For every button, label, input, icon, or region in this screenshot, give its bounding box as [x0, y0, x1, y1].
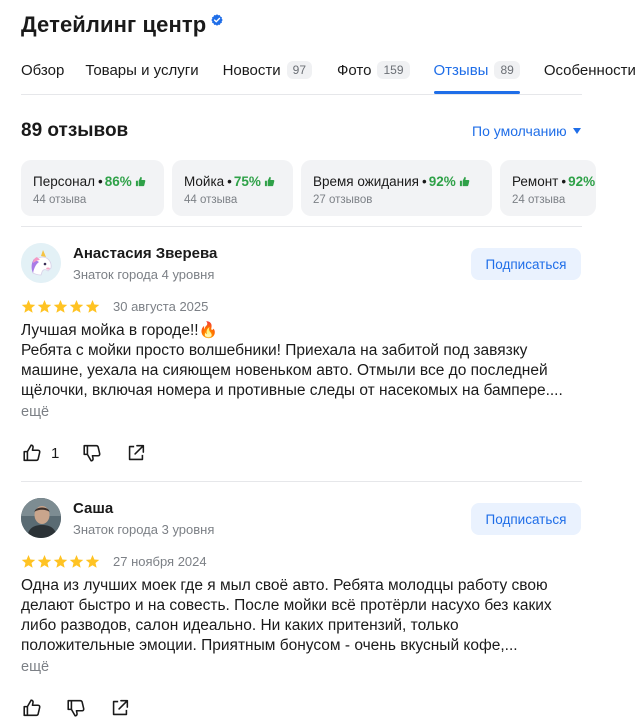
tab-label: Обзор: [21, 61, 65, 79]
like-count: 1: [51, 444, 60, 462]
aspect-review-count: 24 отзыва: [512, 194, 566, 206]
tab-label: Фото: [337, 61, 372, 79]
tab-count-badge: 159: [377, 61, 410, 79]
read-more-link[interactable]: ещё: [21, 659, 49, 675]
aspect-name: Персонал: [33, 173, 95, 189]
like-button[interactable]: 1: [21, 442, 59, 464]
aspect-percent: 92%: [428, 173, 456, 189]
tab-count-badge: 97: [286, 61, 313, 79]
sort-label: По умолчанию: [472, 123, 567, 139]
aspect-filters: Персонал • 86% 44 отзыва Мойка • 75% 44 …: [21, 160, 596, 216]
dislike-button[interactable]: [81, 442, 103, 464]
user-photo-avatar-icon: [21, 498, 61, 538]
review-text-line: щёлочки, включая номера и противные след…: [21, 382, 563, 399]
reviews-count-heading: 89 отзывов: [21, 120, 129, 141]
like-icon: [23, 699, 41, 717]
review-card: Анастасия Зверева Знаток города 4 уровня…: [21, 243, 582, 473]
rating-stars: [21, 299, 100, 314]
thumb-up-icon: [135, 176, 146, 186]
tab-label: Особенности: [543, 61, 636, 79]
aspect-percent: 86%: [104, 173, 132, 189]
review-card: Саша Знаток города 3 уровня Подписаться …: [21, 498, 582, 728]
tab-label: Отзывы: [433, 61, 489, 79]
avatar[interactable]: [21, 498, 61, 538]
aspect-review-count: 44 отзыва: [184, 194, 238, 206]
review-text: Одна из лучших моек где я мыл своё авто.…: [21, 576, 582, 656]
share-button[interactable]: [125, 442, 147, 464]
dislike-button[interactable]: [65, 697, 87, 719]
author-name[interactable]: Анастасия Зверева: [73, 245, 217, 262]
review-text-line: делают быстро и на совесть. После мойки …: [21, 597, 552, 614]
aspect-chip-staff[interactable]: Персонал • 86% 44 отзыва: [21, 160, 164, 216]
dislike-icon: [67, 699, 85, 717]
star-icon: [21, 299, 36, 313]
tab-label: Товары и услуги: [85, 61, 199, 79]
sort-dropdown[interactable]: По умолчанию: [472, 123, 581, 139]
aspect-name: Ремонт: [512, 173, 559, 189]
author-name[interactable]: Саша: [73, 500, 113, 517]
tab-photos[interactable]: Фото 159: [337, 56, 410, 84]
verified-badge-icon: [211, 14, 223, 26]
thumb-up-icon: [459, 176, 470, 186]
review-text-line: положительные эмоции. Приятным бонусом -…: [21, 637, 518, 654]
tab-count-badge: 89: [494, 61, 520, 79]
review-text: Лучшая мойка в городе!!🔥 Ребята с мойки …: [21, 321, 582, 401]
review-text-line: Одна из лучших моек где я мыл своё авто.…: [21, 577, 548, 594]
share-icon: [129, 444, 145, 461]
aspect-chip-wash[interactable]: Мойка • 75% 44 отзыва: [172, 160, 293, 216]
tab-reviews[interactable]: Отзывы 89: [433, 56, 521, 94]
subscribe-button[interactable]: Подписаться: [471, 248, 581, 280]
star-icon: [85, 299, 100, 313]
aspect-review-count: 27 отзывов: [313, 194, 373, 206]
star-icon: [85, 554, 100, 568]
tab-label: Новости: [222, 61, 281, 79]
thumb-up-icon: [264, 176, 275, 186]
dislike-icon: [83, 444, 101, 462]
author-level: Знаток города 3 уровня: [73, 522, 215, 537]
caret-down-icon: [572, 128, 581, 134]
divider: [21, 226, 582, 227]
subscribe-button[interactable]: Подписаться: [471, 503, 581, 535]
review-date: 27 ноября 2024: [113, 554, 207, 569]
page-title: Детейлинг центр: [21, 12, 207, 37]
aspect-name: Время ожидания: [313, 173, 419, 189]
review-text-line: машине, уехала на сияющем новеньком авто…: [21, 362, 548, 379]
tab-goods-services[interactable]: Товары и услуги: [85, 56, 198, 84]
review-actions: 1: [21, 441, 147, 465]
author-level: Знаток города 4 уровня: [73, 267, 215, 282]
star-icon: [37, 554, 52, 568]
review-text-line: либо разводов, салон идеально. Ни каких …: [21, 617, 459, 634]
tab-features[interactable]: Особенности: [544, 56, 636, 84]
aspect-chip-repair[interactable]: Ремонт • 92% 24 отзыва: [500, 160, 596, 216]
divider: [21, 94, 582, 95]
divider: [21, 481, 582, 482]
like-button[interactable]: [21, 697, 51, 719]
tab-overview[interactable]: Обзор: [21, 56, 64, 84]
star-icon: [53, 554, 68, 568]
review-text-line: Ребята с мойки просто волшебники! Приеха…: [21, 342, 528, 359]
review-date: 30 августа 2025: [113, 299, 209, 314]
read-more-link[interactable]: ещё: [21, 404, 49, 420]
aspect-percent: 92%: [568, 173, 596, 189]
aspect-name: Мойка: [184, 173, 225, 189]
share-button[interactable]: [109, 697, 131, 719]
aspect-review-count: 44 отзыва: [33, 194, 87, 206]
star-icon: [21, 554, 36, 568]
star-icon: [69, 554, 84, 568]
header: Детейлинг центр: [21, 10, 223, 40]
tab-news[interactable]: Новости 97: [222, 56, 313, 84]
aspect-chip-waiting-time[interactable]: Время ожидания • 92% 27 отзывов: [301, 160, 492, 216]
share-icon: [112, 699, 129, 716]
tab-bar: Обзор Товары и услуги Новости 97 Фото 15…: [21, 56, 636, 94]
like-icon: [23, 444, 41, 462]
star-icon: [53, 299, 68, 313]
avatar[interactable]: [21, 243, 61, 283]
review-actions: [21, 696, 131, 720]
star-icon: [69, 299, 84, 313]
review-text-line: Лучшая мойка в городе!!🔥: [21, 322, 218, 339]
aspect-percent: 75%: [233, 173, 261, 189]
star-icon: [37, 299, 52, 313]
unicorn-avatar-icon: [21, 243, 61, 283]
rating-stars: [21, 554, 100, 569]
